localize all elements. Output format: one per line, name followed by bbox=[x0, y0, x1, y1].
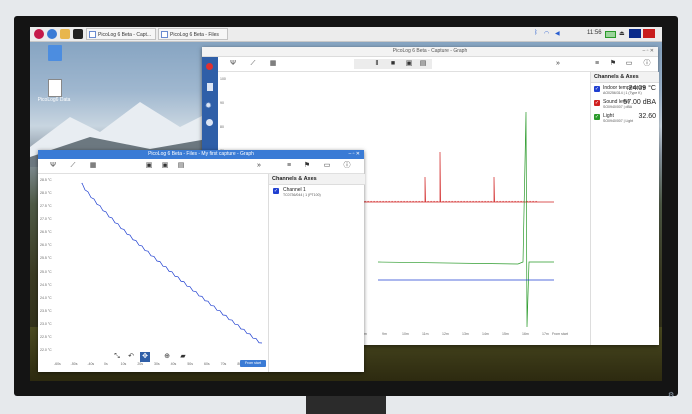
channels-toolbar: ≡ ⚑ ▭ ⓘ bbox=[590, 57, 658, 71]
expand-panel-button[interactable]: » bbox=[254, 161, 264, 171]
files-channels-panel: Channels & Axes ✓ Channel 1 TC0736/044 |… bbox=[268, 174, 365, 372]
table-icon[interactable]: ▦ bbox=[268, 59, 278, 69]
alarm-icon[interactable]: ⚑ bbox=[302, 161, 312, 171]
pause-icon[interactable]: Ⅱ bbox=[372, 59, 382, 69]
zoom-icon[interactable]: ⤡ bbox=[112, 352, 122, 362]
channel-sub: TC0736/044 | 1 (PT100) bbox=[283, 193, 321, 197]
channel-sub: SO0940/007 | Light bbox=[603, 119, 634, 123]
notes-icon[interactable]: ▭ bbox=[322, 161, 332, 171]
flag-icon bbox=[629, 29, 641, 38]
channel-checkbox[interactable]: ✓ bbox=[273, 188, 279, 194]
list-icon[interactable]: ≡ bbox=[284, 161, 294, 171]
battery-icon bbox=[605, 31, 616, 38]
graph-tools: ⤡ ↶ ✥ ⊕ ▰ bbox=[112, 352, 196, 362]
volume-icon[interactable]: ◀ bbox=[555, 30, 560, 37]
channel-icon[interactable]: Ψ bbox=[228, 59, 238, 69]
channel-checkbox[interactable]: ✓ bbox=[594, 114, 600, 120]
alarm-icon[interactable]: ⚑ bbox=[608, 59, 618, 69]
files-graph: 28.5 °C 28.0 °C 27.5 °C 27.0 °C 26.5 °C 26.0 … bbox=[38, 174, 268, 372]
notes-icon[interactable]: ▭ bbox=[624, 59, 634, 69]
taskbar-button-capture[interactable]: PicoLog 6 Beta - Capt... bbox=[86, 28, 156, 40]
raspberry-icon[interactable] bbox=[34, 29, 44, 39]
info-icon[interactable]: ⓘ bbox=[642, 59, 652, 69]
stop-icon[interactable]: ■ bbox=[388, 59, 398, 69]
capture-window-titlebar: PicoLog 6 Beta - Capture - Graph – ▫ ✕ bbox=[202, 47, 658, 57]
channel-1-series bbox=[81, 182, 263, 344]
channel-icon[interactable]: Ψ bbox=[48, 161, 58, 171]
channel-value: 57.00 dBA bbox=[623, 99, 656, 106]
channel-value: 24.09 °C bbox=[628, 85, 656, 92]
file-icon[interactable] bbox=[207, 83, 213, 91]
clock: 11:56 bbox=[587, 30, 602, 36]
target-icon[interactable]: ⊕ bbox=[162, 352, 172, 362]
transport-controls: Ⅱ ■ ▣ ▤ bbox=[354, 59, 432, 69]
annotate-icon[interactable]: ▰ bbox=[178, 352, 188, 362]
folder-icon[interactable] bbox=[60, 29, 70, 39]
from-start-button[interactable]: From start bbox=[240, 360, 266, 367]
pan-icon[interactable]: ✥ bbox=[140, 352, 150, 362]
channel-value: 32.60 bbox=[638, 113, 656, 120]
list-icon[interactable]: ≡ bbox=[592, 59, 602, 69]
graph-icon[interactable]: ⟋ bbox=[248, 59, 258, 69]
power-icon[interactable]: ⚙ bbox=[668, 392, 676, 400]
eject-icon[interactable]: ⏏ bbox=[619, 30, 625, 37]
channels-panel-title: Channels & Axes bbox=[269, 174, 365, 185]
monitor-stand bbox=[306, 396, 386, 414]
files-window: PicoLog 6 Beta - Files - My first captur… bbox=[38, 150, 365, 372]
desktop-screen: PicoLog 6 Beta - Capt... PicoLog 6 Beta … bbox=[30, 27, 662, 381]
wifi-icon[interactable]: ◠ bbox=[544, 30, 549, 37]
light-series bbox=[377, 111, 554, 328]
export-icon[interactable]: ▤ bbox=[176, 161, 186, 171]
settings-icon[interactable]: ✹ bbox=[205, 101, 212, 110]
expand-panel-button[interactable]: » bbox=[553, 59, 563, 69]
channel-checkbox[interactable]: ✓ bbox=[594, 100, 600, 106]
trash-icon[interactable] bbox=[48, 45, 62, 61]
graph-icon[interactable]: ⟋ bbox=[68, 161, 78, 171]
save-icon[interactable]: ▣ bbox=[144, 161, 154, 171]
files-toolbar: Ψ ⟋ ▦ ▣ ▣ ▤ » ≡ ⚑ ▭ ⓘ bbox=[38, 159, 364, 174]
flag-icon bbox=[643, 29, 655, 38]
save-icon[interactable]: ▣ bbox=[404, 59, 414, 69]
terminal-icon[interactable] bbox=[73, 29, 83, 39]
taskbar: PicoLog 6 Beta - Capt... PicoLog 6 Beta … bbox=[30, 27, 662, 42]
export-icon[interactable]: ▤ bbox=[418, 59, 428, 69]
channels-panel-title: Channels & Axes bbox=[591, 72, 659, 83]
files-plot-area bbox=[81, 182, 263, 344]
undo-icon[interactable]: ↶ bbox=[126, 352, 136, 362]
info-icon[interactable]: ⓘ bbox=[342, 161, 352, 171]
window-controls[interactable]: – ▫ ✕ bbox=[642, 47, 654, 56]
save-icon[interactable]: ▣ bbox=[160, 161, 170, 171]
window-controls[interactable]: – ▫ ✕ bbox=[348, 150, 360, 159]
table-icon[interactable]: ▦ bbox=[88, 161, 98, 171]
file-icon[interactable] bbox=[48, 79, 62, 97]
bluetooth-icon[interactable]: ᛒ bbox=[534, 30, 538, 36]
picolog-icon bbox=[161, 31, 168, 38]
help-icon[interactable] bbox=[206, 119, 213, 126]
channel-checkbox[interactable]: ✓ bbox=[594, 86, 600, 92]
main-channels-panel: Channels & Axes ✓ Indoor temperature AO025… bbox=[590, 72, 659, 345]
taskbar-button-files[interactable]: PicoLog 6 Beta - Files bbox=[158, 28, 228, 40]
globe-icon[interactable] bbox=[47, 29, 57, 39]
files-window-titlebar: PicoLog 6 Beta - Files - My first captur… bbox=[38, 150, 364, 159]
picolog-icon bbox=[89, 31, 96, 38]
desktop-file-label: PicoLog6 Data bbox=[37, 97, 71, 103]
record-icon[interactable] bbox=[206, 63, 213, 70]
